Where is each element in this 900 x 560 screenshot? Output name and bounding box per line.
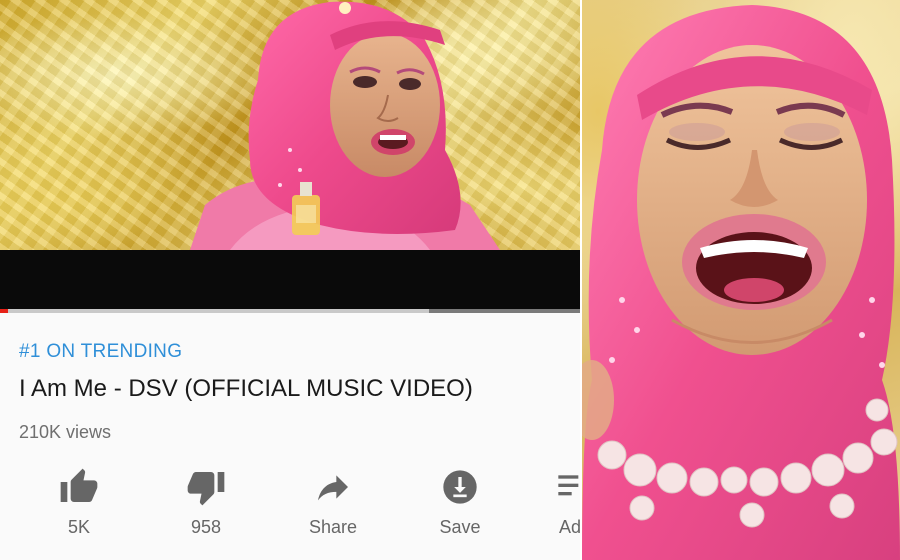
singer-closeup xyxy=(582,5,900,560)
download-icon xyxy=(443,470,477,504)
save-label: Save xyxy=(439,517,481,537)
video-title[interactable]: I Am Me - DSV (OFFICIAL MUSIC VIDEO) xyxy=(19,375,473,403)
dislike-button[interactable]: 958 xyxy=(166,467,246,547)
view-count: 210K views xyxy=(19,422,112,442)
add-to-playlist-button[interactable]: Ad xyxy=(535,467,580,547)
like-count: 5K xyxy=(67,517,91,537)
trending-badge[interactable]: #1 ON TRENDING xyxy=(19,341,182,363)
thumbs-down-icon xyxy=(187,472,225,506)
share-button[interactable]: Share xyxy=(293,467,373,547)
closeup-image xyxy=(582,0,900,560)
save-button[interactable]: Save xyxy=(420,467,500,547)
share-arrow-icon xyxy=(318,475,348,501)
video-letterbox xyxy=(0,250,580,312)
share-label: Share xyxy=(308,517,358,537)
add-label: Ad xyxy=(559,517,580,537)
dislike-count: 958 xyxy=(190,517,222,537)
youtube-screenshot: #1 ON TRENDING I Am Me - DSV (OFFICIAL M… xyxy=(0,0,580,560)
video-player[interactable] xyxy=(0,0,580,250)
video-info: #1 ON TRENDING I Am Me - DSV (OFFICIAL M… xyxy=(0,313,580,560)
like-button[interactable]: 5K xyxy=(39,467,119,547)
thumbs-up-icon xyxy=(60,468,98,502)
singer-image xyxy=(190,1,500,250)
add-to-playlist-icon xyxy=(558,475,579,496)
